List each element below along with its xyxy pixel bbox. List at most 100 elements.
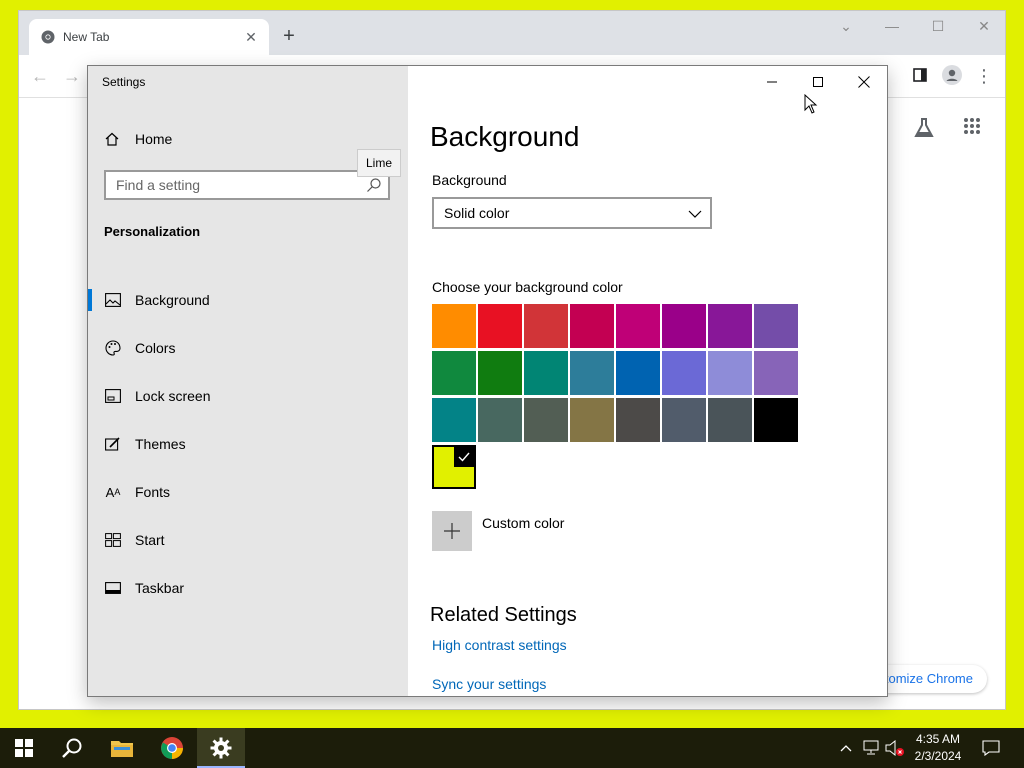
color-swatch[interactable] bbox=[616, 398, 660, 442]
chrome-close-button[interactable]: ✕ bbox=[961, 11, 1007, 41]
apps-grid-icon[interactable] bbox=[961, 117, 983, 139]
color-swatch[interactable] bbox=[524, 398, 568, 442]
chrome-tab-new-tab[interactable]: New Tab ✕ bbox=[29, 19, 269, 55]
color-swatch[interactable] bbox=[432, 351, 476, 395]
tab-search-chevron-icon[interactable]: ⌄ bbox=[823, 11, 869, 41]
themes-brush-icon bbox=[104, 435, 122, 453]
chrome-menu-icon[interactable]: ⋮ bbox=[973, 65, 995, 87]
swatch-row bbox=[432, 445, 802, 489]
nav-item-background[interactable]: Background bbox=[88, 276, 408, 324]
color-swatch[interactable] bbox=[478, 304, 522, 348]
notifications-icon[interactable] bbox=[981, 738, 1001, 758]
volume-muted-icon[interactable] bbox=[885, 738, 905, 758]
background-type-dropdown[interactable]: Solid color bbox=[432, 197, 712, 229]
chrome-favicon-icon bbox=[41, 30, 55, 44]
minimize-button[interactable] bbox=[749, 66, 795, 98]
maximize-button[interactable] bbox=[795, 66, 841, 98]
network-icon[interactable] bbox=[861, 738, 881, 758]
custom-color-label: Custom color bbox=[482, 515, 565, 531]
color-swatch[interactable] bbox=[432, 398, 476, 442]
swatch-row bbox=[432, 304, 802, 348]
nav-item-lock-screen[interactable]: Lock screen bbox=[88, 372, 408, 420]
close-tab-icon[interactable]: ✕ bbox=[241, 27, 261, 47]
color-swatch[interactable] bbox=[662, 398, 706, 442]
search-input[interactable] bbox=[106, 172, 376, 198]
nav-item-taskbar[interactable]: Taskbar bbox=[88, 564, 408, 612]
profile-avatar-icon[interactable] bbox=[941, 65, 963, 87]
color-swatch[interactable] bbox=[478, 398, 522, 442]
taskbar-clock[interactable]: 4:35 AM 2/3/2024 bbox=[906, 731, 970, 765]
nav-item-label: Start bbox=[135, 532, 165, 548]
section-title-personalization: Personalization bbox=[104, 224, 201, 239]
chrome-tab-strip: New Tab ✕ + ⌄ — ☐ ✕ bbox=[19, 11, 1005, 55]
settings-sidebar: Settings Home Personalization Background… bbox=[88, 66, 408, 696]
color-swatch[interactable] bbox=[432, 304, 476, 348]
color-swatch[interactable] bbox=[570, 351, 614, 395]
color-swatch[interactable] bbox=[616, 304, 660, 348]
color-swatch[interactable] bbox=[754, 304, 798, 348]
minimize-icon bbox=[767, 81, 777, 83]
color-swatch-grid bbox=[432, 304, 802, 492]
color-swatch[interactable] bbox=[570, 398, 614, 442]
color-swatch[interactable] bbox=[662, 304, 706, 348]
nav-item-themes[interactable]: Themes bbox=[88, 420, 408, 468]
color-swatch[interactable] bbox=[616, 351, 660, 395]
nav-item-label: Themes bbox=[135, 436, 186, 452]
color-swatch[interactable] bbox=[524, 304, 568, 348]
home-nav-item[interactable]: Home bbox=[104, 128, 172, 150]
search-taskbar-button[interactable] bbox=[48, 728, 96, 768]
chrome-minimize-button[interactable]: — bbox=[869, 11, 915, 41]
labs-flask-icon[interactable] bbox=[913, 117, 935, 139]
new-tab-button[interactable]: + bbox=[277, 24, 301, 48]
nav-item-label: Fonts bbox=[135, 484, 171, 500]
chrome-maximize-button[interactable]: ☐ bbox=[915, 11, 961, 41]
nav-item-colors[interactable]: Colors bbox=[88, 324, 408, 372]
show-hidden-icons-chevron-icon[interactable] bbox=[836, 738, 856, 758]
search-box[interactable] bbox=[104, 170, 390, 200]
start-grid-icon bbox=[104, 531, 122, 549]
high-contrast-link[interactable]: High contrast settings bbox=[432, 637, 567, 653]
color-swatch[interactable] bbox=[754, 351, 798, 395]
home-label: Home bbox=[135, 131, 173, 147]
color-swatch[interactable] bbox=[708, 351, 752, 395]
color-swatch[interactable] bbox=[662, 351, 706, 395]
chrome-taskbar-button[interactable] bbox=[148, 728, 196, 768]
sync-settings-link[interactable]: Sync your settings bbox=[432, 676, 546, 692]
custom-color-button[interactable]: Custom color bbox=[432, 511, 564, 551]
maximize-icon bbox=[813, 77, 823, 87]
home-icon bbox=[105, 132, 119, 146]
folder-icon bbox=[111, 741, 133, 757]
color-swatch[interactable] bbox=[708, 398, 752, 442]
clock-date: 2/3/2024 bbox=[914, 749, 962, 763]
settings-main-pane: Background Background Solid color Choose… bbox=[408, 66, 887, 696]
start-button[interactable] bbox=[0, 728, 48, 768]
forward-arrow-icon[interactable]: → bbox=[61, 65, 83, 87]
lock-screen-icon bbox=[104, 387, 122, 405]
background-dropdown-label: Background bbox=[432, 172, 507, 188]
chevron-down-icon bbox=[688, 210, 702, 218]
side-panel-icon[interactable] bbox=[909, 65, 931, 87]
nav-item-label: Background bbox=[135, 292, 210, 308]
settings-taskbar-button[interactable] bbox=[197, 728, 245, 768]
nav-item-label: Colors bbox=[135, 340, 176, 356]
color-swatch-selected[interactable] bbox=[432, 445, 476, 489]
file-explorer-button[interactable] bbox=[98, 728, 146, 768]
back-arrow-icon[interactable]: ← bbox=[29, 65, 51, 87]
chrome-tab-title: New Tab bbox=[63, 30, 110, 44]
taskbar-icon bbox=[104, 579, 122, 597]
nav-item-fonts[interactable]: AA Fonts bbox=[88, 468, 408, 516]
nav-item-label: Taskbar bbox=[135, 580, 185, 596]
color-swatch[interactable] bbox=[524, 351, 568, 395]
chrome-logo-icon bbox=[161, 737, 183, 759]
color-swatch[interactable] bbox=[478, 351, 522, 395]
settings-window: Settings Home Personalization Background… bbox=[87, 65, 888, 697]
related-settings-title: Related Settings bbox=[430, 604, 577, 626]
choose-color-label: Choose your background color bbox=[432, 279, 623, 295]
nav-item-start[interactable]: Start bbox=[88, 516, 408, 564]
search-icon[interactable] bbox=[366, 177, 382, 193]
plus-icon bbox=[432, 511, 472, 551]
color-swatch[interactable] bbox=[570, 304, 614, 348]
color-swatch[interactable] bbox=[708, 304, 752, 348]
color-swatch[interactable] bbox=[754, 398, 798, 442]
close-button[interactable] bbox=[841, 66, 887, 98]
